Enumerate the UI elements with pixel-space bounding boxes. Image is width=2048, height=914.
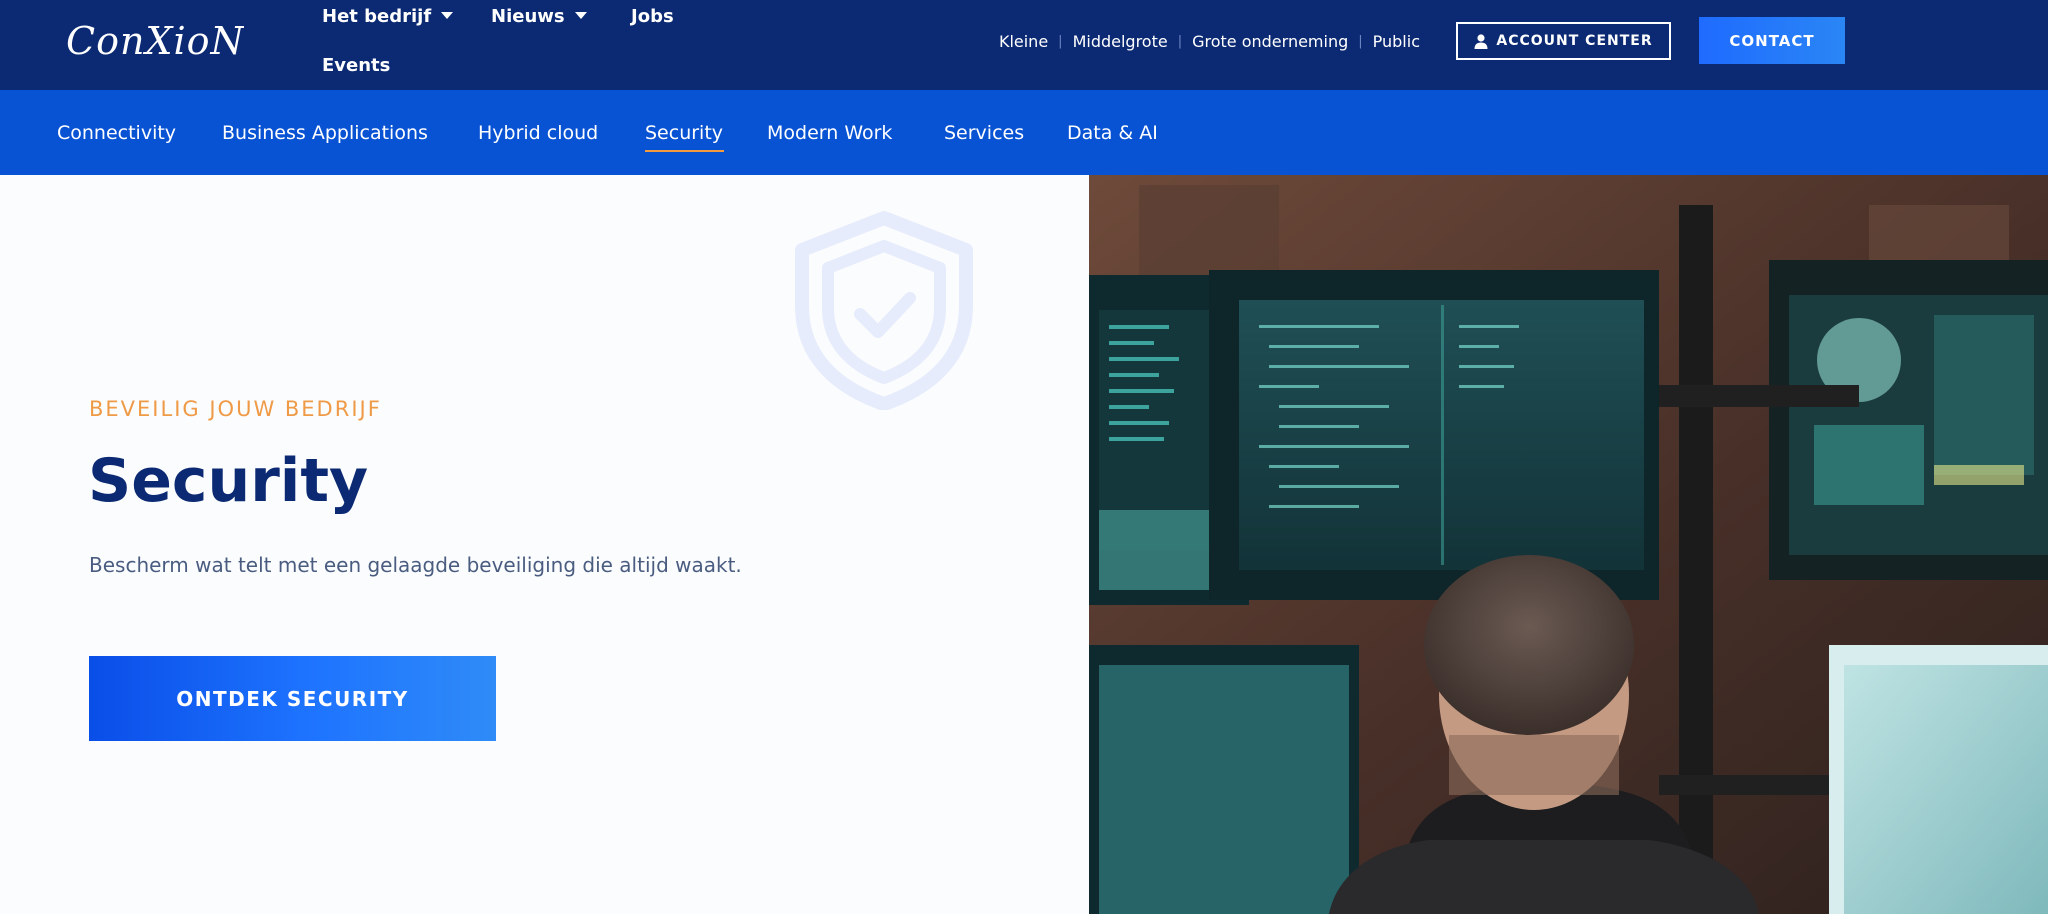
account-center-button[interactable]: ACCOUNT CENTER (1456, 22, 1671, 60)
hero-eyebrow: BEVEILIG JOUW BEDRIJF (89, 397, 382, 421)
nav-jobs[interactable]: Jobs (631, 6, 674, 27)
tab-services[interactable]: Services (944, 122, 1024, 144)
chevron-down-icon (441, 12, 454, 19)
contact-label: CONTACT (1729, 31, 1815, 50)
chevron-down-icon (574, 12, 587, 19)
nav-jobs-label: Jobs (631, 6, 674, 27)
security-operator-photo (1089, 175, 2048, 914)
tab-business-applications[interactable]: Business Applications (222, 122, 428, 144)
segment-separator: | (1177, 33, 1183, 49)
svg-text:ConXioN: ConXioN (66, 19, 244, 63)
nav-events-label: Events (322, 55, 391, 76)
tab-connectivity[interactable]: Connectivity (57, 122, 176, 144)
hero-image (1089, 175, 2048, 914)
nav-nieuws[interactable]: Nieuws (491, 6, 587, 27)
conxion-logo[interactable]: ConXioN (64, 14, 244, 64)
shield-check-icon (795, 211, 973, 410)
nav-het-bedrijf-label: Het bedrijf (322, 6, 432, 27)
account-center-label: ACCOUNT CENTER (1496, 33, 1653, 49)
segment-grote-onderneming[interactable]: Grote onderneming (1192, 32, 1348, 51)
main-nav: Het bedrijf Nieuws Jobs Events (322, 0, 682, 90)
discover-security-label: ONTDEK SECURITY (176, 686, 409, 711)
nav-events[interactable]: Events (322, 55, 390, 76)
segment-kleine[interactable]: Kleine (999, 32, 1048, 51)
tab-security[interactable]: Security (645, 122, 723, 144)
tab-hybrid-cloud[interactable]: Hybrid cloud (478, 122, 598, 144)
segment-middelgrote[interactable]: Middelgrote (1073, 32, 1168, 51)
segment-nav: Kleine | Middelgrote | Grote onderneming… (999, 30, 1420, 52)
active-tab-indicator (645, 150, 724, 152)
segment-public[interactable]: Public (1373, 32, 1420, 51)
discover-security-button[interactable]: ONTDEK SECURITY (89, 656, 496, 741)
user-icon (1474, 33, 1488, 49)
page-title: Security (88, 446, 369, 516)
nav-nieuws-label: Nieuws (491, 6, 565, 27)
nav-het-bedrijf[interactable]: Het bedrijf (322, 6, 454, 27)
contact-button[interactable]: CONTACT (1699, 17, 1845, 64)
hero-description: Bescherm wat telt met een gelaagde bevei… (89, 553, 742, 577)
segment-separator: | (1058, 33, 1063, 49)
solutions-nav: Connectivity Business Applications Hybri… (0, 90, 2048, 175)
segment-separator: | (1358, 33, 1363, 49)
top-header: ConXioN Het bedrijf Nieuws Jobs Events K… (0, 0, 2048, 90)
tab-data-ai[interactable]: Data & AI (1067, 122, 1158, 144)
logo-wordmark: ConXioN (66, 19, 244, 63)
tab-modern-work[interactable]: Modern Work (767, 122, 892, 144)
